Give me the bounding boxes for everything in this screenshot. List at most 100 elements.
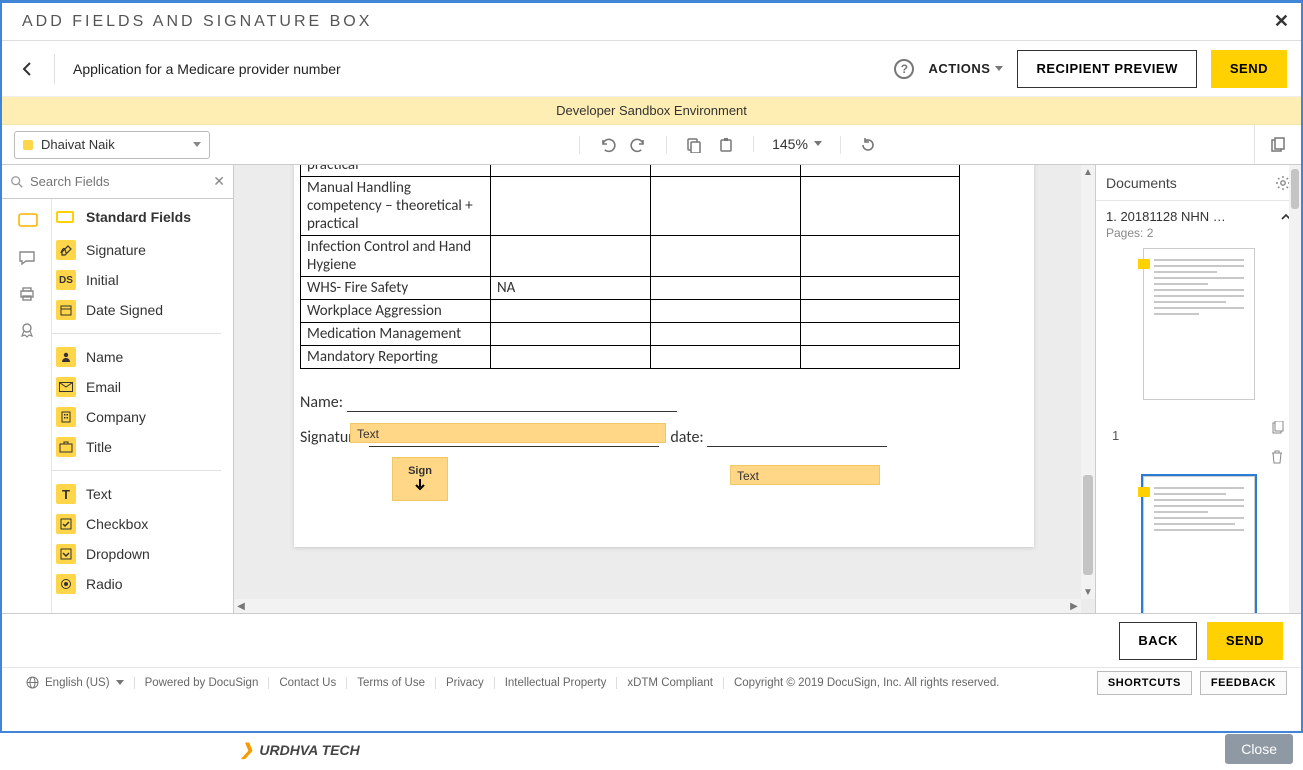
divider xyxy=(54,54,55,84)
page-thumbnail-2[interactable] xyxy=(1143,476,1255,613)
signature-icon xyxy=(56,240,76,260)
initial-icon: DS xyxy=(56,270,76,290)
zoom-select[interactable]: 145% xyxy=(772,136,822,152)
field-signature[interactable]: Signature xyxy=(52,235,229,265)
footer-link-ip[interactable]: Intellectual Property xyxy=(494,677,617,689)
field-radio[interactable]: Radio xyxy=(52,569,229,599)
zoom-value: 145% xyxy=(772,136,808,152)
placed-signature-field[interactable]: Sign xyxy=(392,457,448,501)
footer-link-privacy[interactable]: Privacy xyxy=(435,677,494,689)
brand-logo: ❯ URDHVA TECH xyxy=(240,740,360,760)
redo-icon[interactable] xyxy=(630,136,648,154)
category-title: Standard Fields xyxy=(86,209,191,225)
field-name[interactable]: Name xyxy=(52,342,229,372)
folder-icon xyxy=(56,211,74,223)
caret-down-icon xyxy=(814,141,822,146)
modal-title: ADD FIELDS AND SIGNATURE BOX xyxy=(22,13,372,31)
clear-search-icon[interactable]: ✕ xyxy=(213,173,225,190)
back-icon[interactable] xyxy=(18,60,36,78)
recipient-color-dot xyxy=(23,140,33,150)
comment-tab-icon[interactable] xyxy=(18,249,36,267)
caret-down-icon xyxy=(116,680,124,685)
search-icon xyxy=(10,175,24,189)
seal-tab-icon[interactable] xyxy=(18,321,36,339)
shortcuts-button[interactable]: SHORTCUTS xyxy=(1097,671,1192,695)
field-email[interactable]: Email xyxy=(52,372,229,402)
duplicate-page-icon[interactable] xyxy=(1271,421,1285,435)
brand-icon: ❯ xyxy=(240,740,253,760)
document-entry[interactable]: 1. 20181128 NHN … xyxy=(1106,209,1291,224)
name-label: Name: xyxy=(300,393,343,412)
field-date-signed[interactable]: Date Signed xyxy=(52,295,229,325)
document-title: Application for a Medicare provider numb… xyxy=(73,61,341,77)
document-canvas[interactable]: (unrestricted) Mandatory Training Basic … xyxy=(234,165,1095,613)
page-number: 1 xyxy=(1112,428,1119,443)
print-tab-icon[interactable] xyxy=(18,285,36,303)
field-title[interactable]: Title xyxy=(52,432,229,462)
close-icon[interactable]: ✕ xyxy=(1274,11,1289,32)
field-text[interactable]: TText xyxy=(52,479,229,509)
footer-copyright: Copyright © 2019 DocuSign, Inc. All righ… xyxy=(723,677,1009,689)
back-button[interactable]: BACK xyxy=(1119,622,1197,660)
caret-down-icon xyxy=(193,142,201,147)
arrow-down-icon xyxy=(412,477,428,493)
thumbnail-flag xyxy=(1138,259,1150,269)
building-icon xyxy=(56,407,76,427)
paste-icon[interactable] xyxy=(717,136,735,154)
recipient-selector[interactable]: Dhaivat Naik xyxy=(14,131,210,159)
caret-down-icon xyxy=(995,66,1003,71)
close-button[interactable]: Close xyxy=(1225,734,1293,764)
scroll-left-icon[interactable]: ◀ xyxy=(234,599,248,613)
scrollbar-thumb[interactable] xyxy=(1083,475,1093,575)
scrollbar-thumb[interactable] xyxy=(1291,169,1299,209)
recipient-name: Dhaivat Naik xyxy=(41,137,115,152)
delete-page-icon[interactable] xyxy=(1271,450,1285,464)
briefcase-icon xyxy=(56,437,76,457)
field-checkbox[interactable]: Checkbox xyxy=(52,509,229,539)
field-company[interactable]: Company xyxy=(52,402,229,432)
send-button[interactable]: SEND xyxy=(1211,50,1287,88)
rotate-icon[interactable] xyxy=(859,136,877,154)
footer-link-xdtm[interactable]: xDTM Compliant xyxy=(616,677,723,689)
send-button-bottom[interactable]: SEND xyxy=(1207,622,1283,660)
dropdown-icon xyxy=(56,544,76,564)
scroll-down-icon[interactable]: ▼ xyxy=(1081,585,1095,599)
pages-icon[interactable] xyxy=(1269,136,1287,154)
date-label: date: xyxy=(670,428,703,447)
sandbox-banner: Developer Sandbox Environment xyxy=(2,97,1301,125)
document-page[interactable]: (unrestricted) Mandatory Training Basic … xyxy=(294,165,1034,547)
calendar-icon xyxy=(56,300,76,320)
search-input[interactable] xyxy=(30,174,213,189)
copy-icon[interactable] xyxy=(685,136,703,154)
horizontal-scrollbar[interactable]: ◀ ▶ xyxy=(234,599,1081,613)
feedback-button[interactable]: FEEDBACK xyxy=(1200,671,1287,695)
help-icon[interactable]: ? xyxy=(894,59,914,79)
pages-count: Pages: 2 xyxy=(1106,226,1291,240)
scroll-up-icon[interactable]: ▲ xyxy=(1081,165,1095,179)
vertical-scrollbar[interactable]: ▲ ▼ xyxy=(1081,165,1095,599)
footer-link-contact[interactable]: Contact Us xyxy=(268,677,346,689)
placed-text-field-name[interactable]: Text xyxy=(350,423,666,443)
mail-icon xyxy=(56,377,76,397)
user-icon xyxy=(56,347,76,367)
thumbnail-flag xyxy=(1138,487,1150,497)
footer-link-terms[interactable]: Terms of Use xyxy=(346,677,435,689)
language-selector[interactable]: English (US) xyxy=(16,676,134,689)
modal-titlebar: ADD FIELDS AND SIGNATURE BOX ✕ xyxy=(2,3,1301,41)
powered-by: Powered by DocuSign xyxy=(134,677,269,689)
scroll-right-icon[interactable]: ▶ xyxy=(1067,599,1081,613)
actions-label: ACTIONS xyxy=(928,61,990,76)
field-initial[interactable]: DSInitial xyxy=(52,265,229,295)
field-dropdown[interactable]: Dropdown xyxy=(52,539,229,569)
fields-tab-icon[interactable] xyxy=(18,213,36,231)
documents-heading: Documents xyxy=(1106,175,1177,191)
page-thumbnail-1[interactable] xyxy=(1143,248,1255,400)
recipient-preview-button[interactable]: RECIPIENT PREVIEW xyxy=(1017,50,1196,88)
radio-icon xyxy=(56,574,76,594)
actions-menu[interactable]: ACTIONS xyxy=(928,61,1003,76)
undo-icon[interactable] xyxy=(598,136,616,154)
globe-icon xyxy=(26,676,39,689)
text-icon: T xyxy=(56,484,76,504)
placed-text-field-date[interactable]: Text xyxy=(730,465,880,485)
checkbox-icon xyxy=(56,514,76,534)
